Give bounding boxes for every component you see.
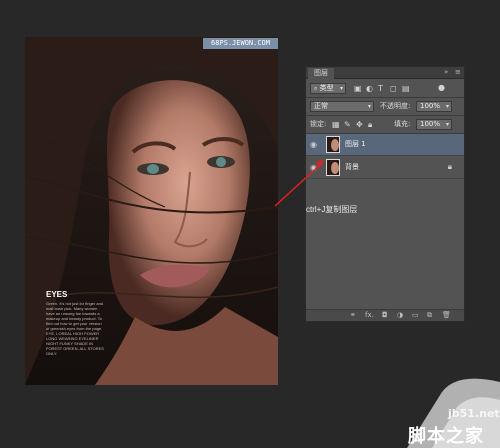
mask-icon[interactable]: ◘ — [382, 310, 388, 321]
chevron-down-icon: ▾ — [445, 121, 449, 128]
collapse-icon[interactable]: » — [444, 67, 448, 78]
layer-row-background[interactable]: ◉ 背景 🔒︎ — [306, 157, 464, 179]
divider — [306, 115, 464, 116]
filter-type-value: 类型 — [319, 84, 334, 92]
new-layer-icon[interactable]: ⧉ — [427, 310, 432, 321]
adjustment-icon[interactable]: ◑ — [397, 310, 403, 321]
divider — [306, 97, 464, 98]
eyes-body-text: Green. It's not just for finger and mail… — [46, 301, 104, 356]
canvas-document[interactable]: 68PS.JEWON.COM EYES Green. It's not just… — [25, 37, 278, 385]
layers-panel: 图层 » ≡ ⌕ 类型 ▾ ▣ ◐ T ◻ ▤ ● 正常 ▾ 不透明度: 100… — [305, 66, 465, 322]
fill-label: 填充: — [394, 120, 411, 128]
fill-value: 100% — [420, 120, 441, 128]
tab-layers[interactable]: 图层 — [308, 68, 334, 79]
chevron-down-icon: ▾ — [445, 103, 449, 110]
watermark-label: 68PS.JEWON.COM — [203, 38, 278, 49]
eye-icon[interactable]: ◉ — [310, 140, 317, 149]
layer-thumbnail — [326, 159, 340, 176]
filter-toggle-icon[interactable]: ● — [438, 82, 445, 93]
layer-thumbnail — [326, 136, 340, 153]
blend-row: 正常 ▾ 不透明度: 100% ▾ — [306, 100, 464, 114]
chevron-down-icon: ▾ — [367, 103, 371, 110]
lock-row: 锁定: ▦ ✎ ✥ 🔒︎ 填充: 100% ▾ — [306, 118, 464, 132]
opacity-input[interactable]: 100% ▾ — [416, 101, 452, 112]
eye-icon[interactable]: ◉ — [310, 163, 317, 172]
image-filter-icon[interactable]: ▣ — [354, 83, 362, 94]
lock-transparent-icon[interactable]: ▦ — [332, 119, 340, 130]
adjustment-filter-icon[interactable]: ◐ — [366, 83, 373, 94]
lock-label: 锁定: — [310, 120, 327, 128]
chevron-down-icon: ▾ — [339, 85, 343, 92]
site-name: 脚本之家 — [408, 426, 484, 447]
folder-icon[interactable]: ▭ — [412, 310, 419, 321]
eyes-heading: EYES — [46, 290, 68, 299]
panel-menu-icon[interactable]: ≡ — [455, 67, 461, 78]
lock-paint-icon[interactable]: ✎ — [344, 119, 351, 130]
type-filter-icon[interactable]: T — [378, 83, 383, 94]
filter-type-select[interactable]: ⌕ 类型 ▾ — [310, 83, 346, 94]
shape-filter-icon[interactable]: ◻ — [390, 83, 397, 94]
lock-all-icon[interactable]: 🔒︎ — [368, 119, 372, 130]
opacity-value: 100% — [420, 102, 441, 110]
layer-name[interactable]: 图层 1 — [345, 139, 366, 149]
blend-mode-value: 正常 — [314, 102, 328, 110]
site-url: jb51.net — [448, 407, 500, 420]
annotation-text: ctrl+J复制图层 — [306, 205, 358, 214]
opacity-label: 不透明度: — [380, 102, 411, 110]
layer-row-layer1[interactable]: ◉ 图层 1 — [306, 134, 464, 156]
panel-footer: ⚭ fx. ◘ ◑ ▭ ⧉ 🗑︎ — [306, 309, 464, 321]
fx-icon[interactable]: fx. — [365, 310, 374, 321]
blend-mode-select[interactable]: 正常 ▾ — [310, 101, 374, 112]
lock-move-icon[interactable]: ✥ — [356, 119, 363, 130]
layer-name[interactable]: 背景 — [345, 162, 359, 172]
filter-row: ⌕ 类型 ▾ ▣ ◐ T ◻ ▤ ● — [306, 82, 464, 96]
smart-object-filter-icon[interactable]: ▤ — [402, 83, 410, 94]
link-icon[interactable]: ⚭ — [350, 310, 356, 321]
fill-input[interactable]: 100% ▾ — [416, 119, 452, 130]
trash-icon[interactable]: 🗑︎ — [442, 310, 451, 321]
panel-header: 图层 » ≡ — [306, 67, 464, 79]
lock-icon: 🔒︎ — [447, 162, 452, 171]
